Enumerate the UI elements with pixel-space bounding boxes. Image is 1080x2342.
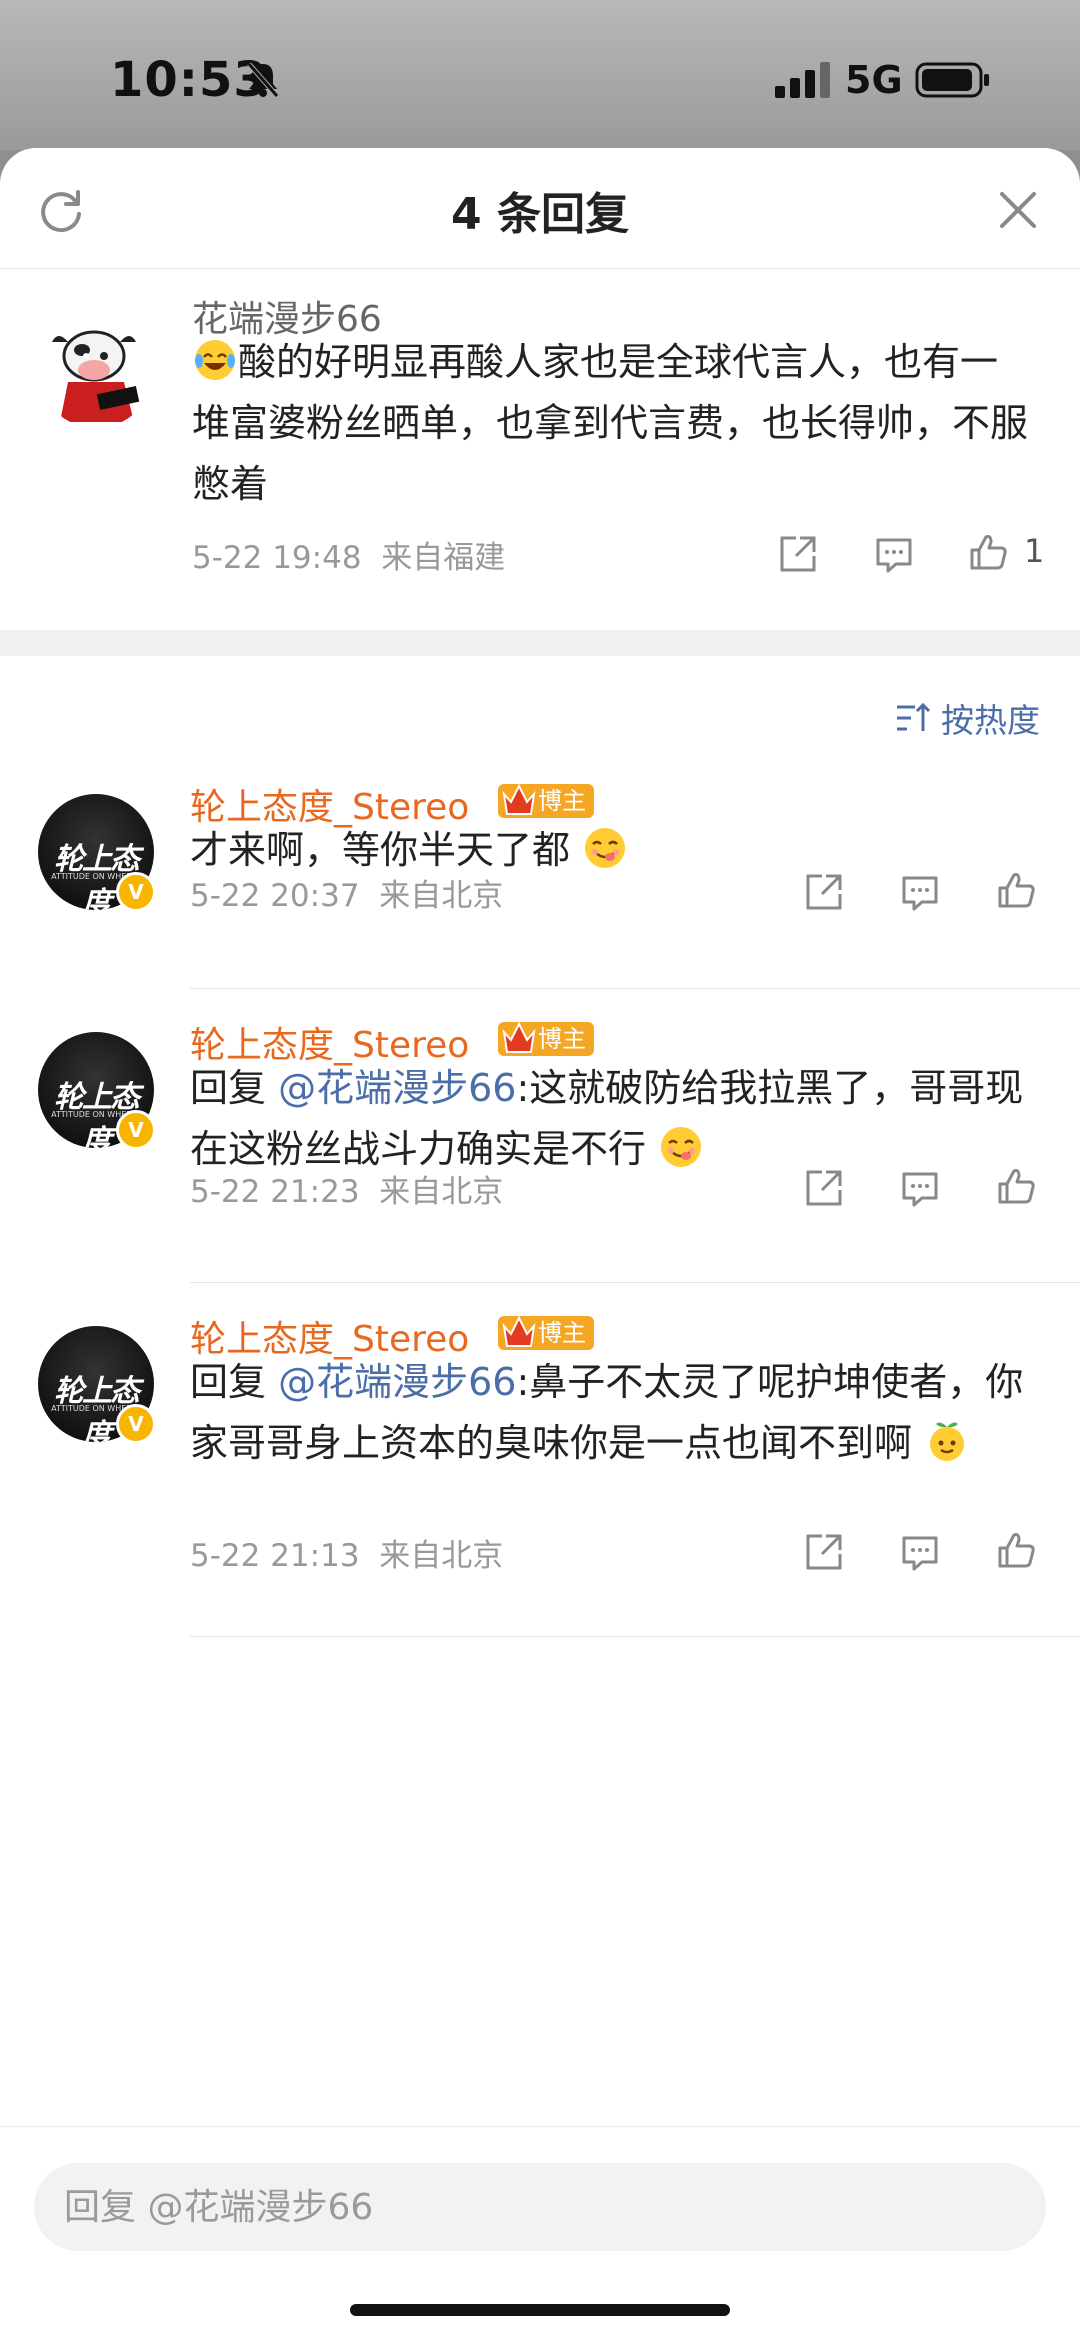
replies-sheet: 4 条回复 花端漫步66 酸的好明显再酸人家也是全球代言人，也有一堆富婆粉丝晒单… <box>0 148 1080 2342</box>
avatar[interactable] <box>38 312 154 428</box>
battery-icon <box>915 62 989 98</box>
sprout-face-emoji-icon <box>930 1422 965 1461</box>
like-icon[interactable] <box>968 532 1008 572</box>
share-icon[interactable] <box>804 872 844 912</box>
comment-text: 酸的好明显再酸人家也是全球代言人，也有一堆富婆粉丝晒单，也拿到代言费，也长得帅，… <box>192 332 1032 515</box>
reply-item: 轮上态度 ATTITUDE ON WHEELS V 轮上态度_Stereo 博主… <box>0 1310 1080 1650</box>
reply-divider <box>190 988 1080 989</box>
comment-time: 5-22 19:48 <box>192 540 362 576</box>
reply-time: 5-22 20:37 <box>190 878 360 914</box>
like-icon[interactable] <box>996 870 1036 910</box>
reply-time: 5-22 21:13 <box>190 1538 360 1574</box>
comment-icon[interactable] <box>874 534 914 574</box>
like-icon[interactable] <box>996 1530 1036 1570</box>
comment-icon[interactable] <box>900 872 940 912</box>
verified-badge-icon: V <box>116 1404 156 1444</box>
reply-prefix: 回复 <box>190 1360 279 1404</box>
crown-icon <box>502 783 536 815</box>
author-badge-label: 博主 <box>538 1319 586 1347</box>
status-bar: 10:53 5G <box>0 0 1080 150</box>
sort-by-hot-button[interactable]: 按热度 <box>895 693 1040 743</box>
verified-badge-icon: V <box>116 1110 156 1150</box>
like-icon[interactable] <box>996 1166 1036 1206</box>
comment-icon[interactable] <box>900 1168 940 1208</box>
close-icon[interactable] <box>996 188 1040 232</box>
reply-location: 来自北京 <box>379 1538 504 1574</box>
network-type: 5G <box>845 58 903 102</box>
mention-link[interactable]: @花端漫步66 <box>278 1066 516 1110</box>
comment-icon[interactable] <box>900 1532 940 1572</box>
reply-location: 来自北京 <box>379 1174 504 1210</box>
yummy-face-emoji-icon <box>661 1127 702 1167</box>
author-badge-label: 博主 <box>538 1025 586 1053</box>
reply-item: 轮上态度 ATTITUDE ON WHEELS V 轮上态度_Stereo 博主… <box>0 1016 1080 1306</box>
reply-time: 5-22 21:23 <box>190 1174 360 1210</box>
laugh-cry-emoji-icon <box>195 340 235 380</box>
author-badge: 博主 <box>498 783 594 818</box>
reply-text: 回复 @花端漫步66:鼻子不太灵了呢护坤使者，你家哥哥身上资本的臭味你是一点也闻… <box>190 1352 1040 1474</box>
mention-link[interactable]: @花端漫步66 <box>278 1360 516 1404</box>
comment-body: 酸的好明显再酸人家也是全球代言人，也有一堆富婆粉丝晒单，也拿到代言费，也长得帅，… <box>192 340 1029 506</box>
reply-body: 才来啊，等你半天了都 <box>190 828 571 872</box>
crown-icon <box>502 1315 536 1347</box>
section-divider <box>0 630 1080 656</box>
home-indicator[interactable] <box>350 2304 730 2316</box>
reply-input[interactable] <box>34 2163 1046 2251</box>
reply-location: 来自北京 <box>379 878 504 914</box>
reply-meta: 5-22 21:23 来自北京 <box>190 1166 503 1211</box>
crown-icon <box>502 1021 536 1053</box>
author-badge: 博主 <box>498 1315 594 1350</box>
reply-divider <box>190 1636 1080 1637</box>
like-count: 1 <box>1024 532 1045 570</box>
reply-prefix: 回复 <box>190 1066 279 1110</box>
sort-label: 按热度 <box>941 701 1040 740</box>
reply-meta: 5-22 21:13 来自北京 <box>190 1530 503 1575</box>
reply-meta: 5-22 20:37 来自北京 <box>190 870 503 915</box>
author-badge-label: 博主 <box>538 787 586 815</box>
reply-text: 回复 @花端漫步66:这就破防给我拉黑了，哥哥现在这粉丝战斗力确实是不行 <box>190 1058 1040 1180</box>
author-badge: 博主 <box>498 1021 594 1056</box>
mute-bell-icon <box>247 62 279 98</box>
verified-badge-icon: V <box>116 872 156 912</box>
reply-divider <box>190 1282 1080 1283</box>
sheet-title: 4 条回复 <box>451 189 629 240</box>
share-icon[interactable] <box>804 1532 844 1572</box>
comment-location: 来自福建 <box>381 540 506 576</box>
share-icon[interactable] <box>804 1168 844 1208</box>
sort-icon <box>897 702 931 731</box>
share-icon[interactable] <box>778 534 818 574</box>
signal-icon <box>775 62 830 98</box>
cow-avatar-icon <box>40 314 152 426</box>
sheet-header: 4 条回复 <box>0 148 1080 269</box>
root-comment: 花端漫步66 酸的好明显再酸人家也是全球代言人，也有一堆富婆粉丝晒单，也拿到代言… <box>0 270 1080 630</box>
yummy-face-emoji-icon <box>585 828 626 868</box>
comment-meta: 5-22 19:48 来自福建 <box>192 532 505 577</box>
